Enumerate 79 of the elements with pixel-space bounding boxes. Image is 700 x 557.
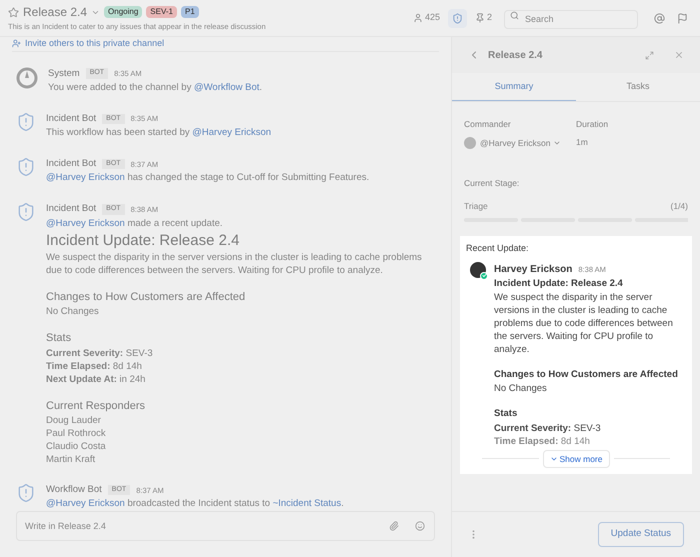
section-line: Martin Kraft <box>46 453 96 466</box>
pin-icon <box>474 13 485 23</box>
mention-link[interactable]: @Harvey Erickson <box>46 218 125 228</box>
stage-count: (1/4) <box>670 200 688 212</box>
status-badge: P1 <box>180 6 199 18</box>
author-name[interactable]: Workflow Bot <box>46 483 102 498</box>
section-line: Time Elapsed: 8d 14h <box>494 434 591 448</box>
shield-alert-icon <box>16 202 36 222</box>
message-input[interactable]: Write in Release 2.4 <box>16 511 435 542</box>
update-status-button[interactable]: Update Status <box>598 522 684 547</box>
favorite-star-icon[interactable] <box>8 6 19 18</box>
mention-link[interactable]: @Harvey Erickson <box>46 498 125 510</box>
status-badge: SEV-1 <box>146 6 177 18</box>
duration-label: Duration <box>576 118 608 131</box>
section-heading: Stats <box>494 407 518 422</box>
search-field[interactable]: Search <box>504 10 638 28</box>
invite-icon <box>12 39 21 48</box>
message-text: This workflow has been started by @Harvey Erickson <box>46 126 272 140</box>
shield-alert-icon <box>16 157 36 177</box>
emoji-icon[interactable] <box>415 521 425 532</box>
section-heading: Changes to How Customers are Affected <box>46 290 246 304</box>
member-count-button[interactable]: 425 <box>412 11 440 25</box>
status-badge: Ongoing <box>104 6 142 18</box>
avatar-placeholder <box>464 137 476 150</box>
mention-link[interactable]: @Workflow Bot <box>194 82 260 93</box>
commander-dropdown[interactable]: @Harvey Erickson <box>480 136 561 150</box>
shield-alert-icon <box>16 112 36 132</box>
pinned-count-button[interactable]: 2 <box>474 11 492 25</box>
panel-title: Release 2.4 <box>488 48 544 62</box>
message-text: You were added to the channel by @Workflow Bot. <box>48 80 262 95</box>
invite-link[interactable]: Invite others to this private channel <box>25 37 164 50</box>
mention-link[interactable]: ~Incident Status <box>272 498 342 510</box>
member-icon <box>412 13 423 23</box>
attachment-icon[interactable] <box>389 521 399 532</box>
mentions-icon[interactable] <box>654 12 665 24</box>
section-line: No Changes <box>494 382 548 396</box>
avatar-placeholder <box>470 262 486 278</box>
message-text: @Harvey Erickson made a recent update. <box>46 216 224 230</box>
shield-alert-icon <box>16 483 36 503</box>
duration-value: 1m <box>576 136 589 149</box>
mention-link[interactable]: @Harvey Erickson <box>192 127 272 138</box>
search-icon <box>510 11 519 20</box>
section-heading: Changes to How Customers are Affected <box>494 368 679 382</box>
author-name[interactable]: Incident Bot <box>46 157 96 172</box>
panel-tab[interactable]: Tasks <box>576 73 700 101</box>
update-body: We suspect the disparity in the server versions in the cluster is leading to cache problems due to code differences between the servers. Waiting for CPU profile to analyze. <box>494 291 674 356</box>
recent-update-label: Recent Update: <box>466 242 530 256</box>
channel-title[interactable]: Release 2.4 <box>23 3 88 22</box>
author-name[interactable]: Harvey Erickson <box>494 262 572 277</box>
section-line: Current Severity: SEV-3 <box>494 422 602 434</box>
stage-name: Triage <box>464 200 488 212</box>
update-title: Incident Update: Release 2.4 <box>46 230 240 250</box>
section-line: Current Severity: SEV-3 <box>46 346 154 360</box>
section-line: Doug Lauder <box>46 414 102 427</box>
flag-icon[interactable] <box>677 12 688 24</box>
section-line: Paul Rothrock <box>46 427 107 440</box>
commander-label: Commander <box>464 118 512 131</box>
message-text: @Harvey Erickson broadcasted the Incident status to ~Incident Status. <box>46 497 344 512</box>
section-line: Claudio Costa <box>46 440 107 453</box>
section-line: Time Elapsed: 8d 14h <box>46 360 143 372</box>
incident-toggle-button[interactable] <box>448 8 467 28</box>
update-body: We suspect the disparity in the server versions in the cluster is leading to cache problems due to code differences between the servers. Waiting for CPU profile to analyze. <box>46 250 423 276</box>
panel-tab[interactable]: Summary <box>452 73 576 101</box>
mention-link[interactable]: @Harvey Erickson <box>46 172 125 184</box>
stage-label: Current Stage: <box>464 178 520 188</box>
shield-icon <box>452 12 463 24</box>
close-icon[interactable] <box>674 50 684 60</box>
message-text: @Harvey Erickson has changed the stage to Cut-off for Submitting Features. <box>46 171 370 186</box>
update-title: Incident Update: Release 2.4 <box>494 276 624 291</box>
show-more-button[interactable]: Show more <box>542 450 610 468</box>
author-name[interactable]: Incident Bot <box>46 112 96 126</box>
section-line: No Changes <box>46 305 100 318</box>
author-name[interactable]: System <box>48 66 80 81</box>
section-heading: Current Responders <box>46 398 146 414</box>
section-heading: Stats <box>46 331 72 346</box>
author-name[interactable]: Incident Bot <box>46 202 96 216</box>
section-line: Next Update At: in 24h <box>46 372 146 386</box>
system-logo-icon <box>16 66 38 88</box>
expand-icon[interactable] <box>645 50 654 60</box>
